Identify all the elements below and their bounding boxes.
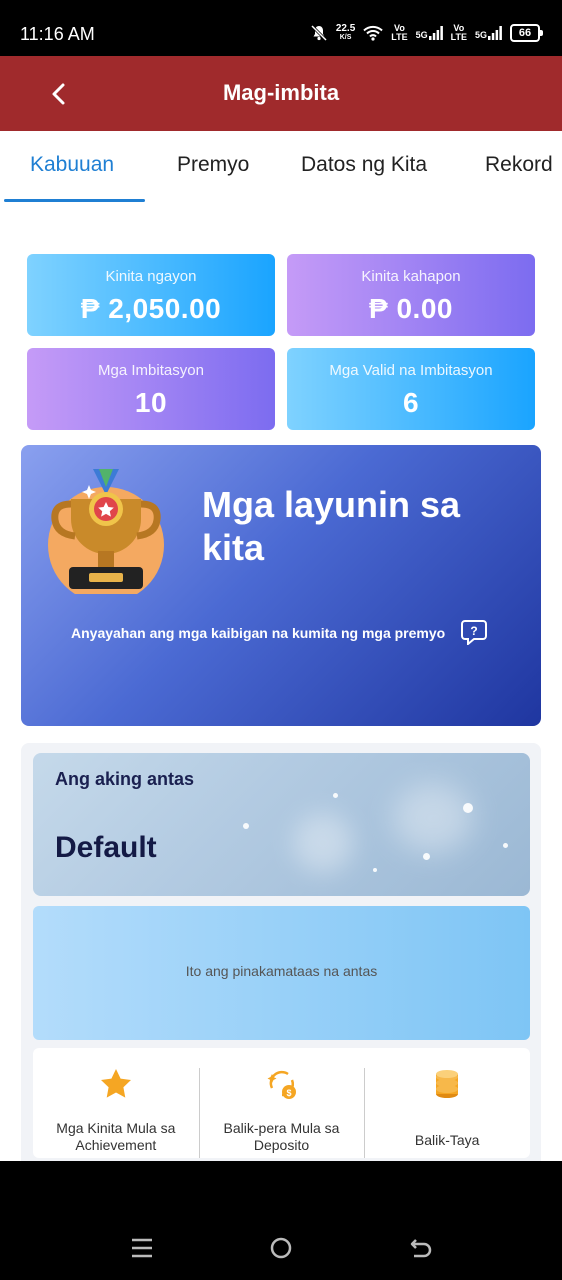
volte-2: Vo LTE <box>451 24 467 42</box>
speed-unit: K/S <box>339 34 352 41</box>
tab-rekord[interactable]: Rekord <box>485 153 553 177</box>
earnings-yesterday-label: Kinita kahapon <box>361 268 461 285</box>
earnings-today-value: ₱ 2,050.00 <box>80 293 222 324</box>
my-level-card: Ang aking antas Default <box>33 753 530 896</box>
tab-kabuuan[interactable]: Kabuuan <box>30 153 114 177</box>
signal-bars-icon <box>428 26 443 40</box>
svg-text:$: $ <box>286 1088 291 1098</box>
valid-invitations-label: Mga Valid na Imbitasyon <box>329 362 493 379</box>
highest-level-note: Ito ang pinakamataas na antas <box>185 963 378 979</box>
home-icon[interactable] <box>268 1235 294 1261</box>
deposit-cashback-item[interactable]: $ Balik-pera Mula sa Deposito <box>198 1048 365 1158</box>
recent-apps-icon[interactable] <box>129 1235 155 1261</box>
invitations-card: Mga Imbitasyon 10 <box>27 348 275 430</box>
level-section: Ang aking antas Default Ito ang pinakama… <box>21 743 541 1161</box>
star-icon <box>100 1069 131 1098</box>
valid-invitations-card: Mga Valid na Imbitasyon 6 <box>287 348 535 430</box>
battery-icon: 66 <box>510 24 543 42</box>
tab-datos-ng-kita[interactable]: Datos ng Kita <box>301 153 427 177</box>
app-bar: Mag-imbita <box>0 56 562 131</box>
speed-value: 22.5 <box>335 23 356 34</box>
volte-1-lte: LTE <box>391 32 408 42</box>
volte-2-lte: LTE <box>450 32 467 42</box>
highest-level-panel: Ito ang pinakamataas na antas <box>33 906 530 1040</box>
signal-1-5g: 5G <box>415 30 428 40</box>
svg-text:?: ? <box>470 624 477 638</box>
help-bubble-icon[interactable]: ? <box>460 619 488 645</box>
active-tab-indicator <box>4 199 145 202</box>
earnings-today-label: Kinita ngayon <box>105 268 197 285</box>
invitations-value: 10 <box>134 387 168 418</box>
signal-2: 5G <box>475 26 502 40</box>
goals-title: Mga layunin sa kita <box>202 484 461 568</box>
volte-1: Vo LTE <box>391 24 407 42</box>
status-time: 11:16 AM <box>20 24 95 44</box>
achievement-earnings-item[interactable]: Mga Kinita Mula sa Achievement <box>33 1048 199 1158</box>
speed-indicator: 22.5 K/S <box>336 24 355 42</box>
rewards-features: Mga Kinita Mula sa Achievement $ Balik-p… <box>33 1048 530 1158</box>
cashback-icon: $ <box>267 1070 296 1099</box>
invitations-label: Mga Imbitasyon <box>98 362 204 379</box>
earnings-yesterday-value: ₱ 0.00 <box>369 293 453 324</box>
signal-1: 5G <box>416 26 443 40</box>
valid-invitations-value: 6 <box>402 387 420 418</box>
signal-bars-icon <box>488 26 502 40</box>
my-level-value: Default <box>55 831 157 864</box>
earnings-yesterday-card: Kinita kahapon ₱ 0.00 <box>287 254 535 336</box>
deposit-cashback-label: Balik-pera Mula sa Deposito <box>223 1120 340 1153</box>
back-nav-icon[interactable] <box>408 1235 434 1261</box>
system-nav-bar <box>0 1161 562 1280</box>
bet-rebate-item[interactable]: Balik-Taya <box>364 1048 530 1158</box>
main-content: Kabuuan Premyo Datos ng Kita Rekord Kini… <box>0 131 562 1161</box>
wifi-icon <box>363 25 383 41</box>
achievement-earnings-label: Mga Kinita Mula sa Achievement <box>56 1120 176 1153</box>
signal-2-5g: 5G <box>474 30 487 40</box>
bet-rebate-label: Balik-Taya <box>414 1132 480 1148</box>
status-bar: 11:16 AM 22.5 K/S Vo LTE 5G Vo LTE 5G 66 <box>0 0 562 56</box>
status-icons: 22.5 K/S Vo LTE 5G Vo LTE 5G 66 <box>310 24 543 42</box>
coins-icon <box>436 1070 459 1098</box>
mute-bell-icon <box>310 24 327 42</box>
page-title: Mag-imbita <box>222 80 340 105</box>
trophy-icon <box>48 469 164 594</box>
tab-bar: Kabuuan Premyo Datos ng Kita Rekord <box>0 131 562 203</box>
goals-subtitle: Anyayahan ang mga kaibigan na kumita ng … <box>71 625 446 641</box>
tab-premyo[interactable]: Premyo <box>177 153 249 177</box>
income-goals-banner[interactable]: Mga layunin sa kita Anyayahan ang mga ka… <box>21 445 541 726</box>
my-level-label: Ang aking antas <box>55 769 195 789</box>
earnings-today-card: Kinita ngayon ₱ 2,050.00 <box>27 254 275 336</box>
